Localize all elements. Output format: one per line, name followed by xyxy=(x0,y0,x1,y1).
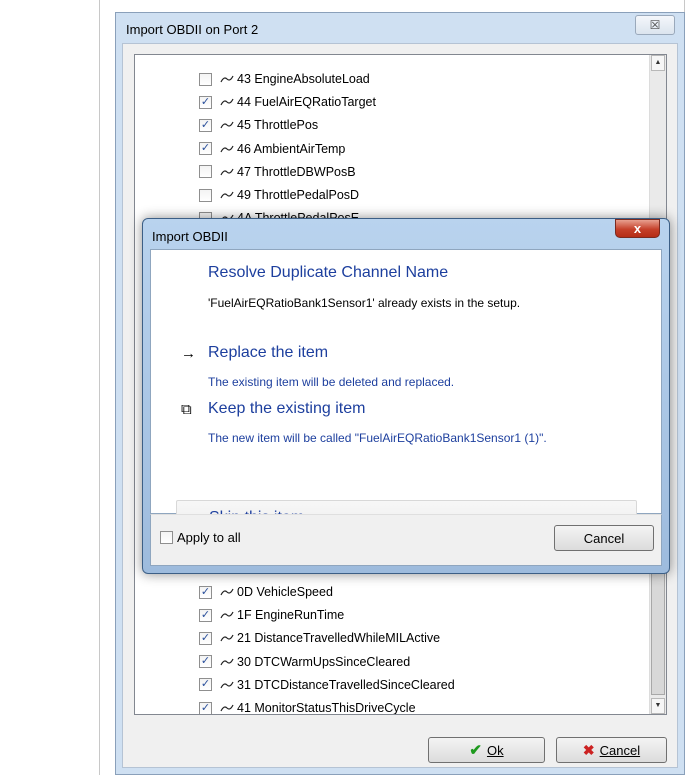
checkbox-unchecked[interactable] xyxy=(199,188,212,202)
checkbox-checked[interactable]: ✓ xyxy=(199,142,212,156)
replace-item-command[interactable]: Replace the item xyxy=(208,344,328,362)
arrow-right-icon: → xyxy=(181,345,196,362)
channel-label: 21 DistanceTravelledWhileMILActive xyxy=(237,631,441,646)
scroll-down-button[interactable]: ▼ xyxy=(651,698,665,714)
checkbox-checked[interactable]: ✓ xyxy=(199,118,212,132)
close-icon: x xyxy=(633,221,642,236)
checkbox-unchecked[interactable] xyxy=(199,72,212,86)
content-message: 'FuelAirEQRatioBank1Sensor1' already exi… xyxy=(208,296,521,310)
dialog-content: Resolve Duplicate Channel Name 'FuelAirE… xyxy=(150,249,662,536)
wave-icon xyxy=(220,122,234,129)
channel-label: 30 DTCWarmUpsSinceCleared xyxy=(237,654,411,669)
cancel-label: Cancel xyxy=(599,742,641,758)
wave-icon xyxy=(220,611,234,619)
wave-icon xyxy=(220,704,234,712)
checkbox-box[interactable] xyxy=(160,531,173,544)
close-button[interactable]: x xyxy=(615,219,660,238)
channel-row[interactable]: ✓ 30 DTCWarmUpsSinceCleared xyxy=(199,652,410,672)
wave-icon xyxy=(220,75,234,83)
check-icon: ✔ xyxy=(469,742,482,759)
wave-icon xyxy=(220,588,234,596)
dialog-title: Import OBDII xyxy=(152,229,228,244)
copy-icon: ⧉ xyxy=(181,401,192,418)
wave-icon xyxy=(220,98,234,106)
channel-label: 45 ThrottlePos xyxy=(237,118,319,133)
channel-label: 1F EngineRunTime xyxy=(237,608,345,623)
ok-label: Ok xyxy=(486,742,504,758)
checkbox-checked[interactable]: ✓ xyxy=(199,678,212,692)
checkbox-unchecked[interactable] xyxy=(199,165,212,179)
channel-row[interactable]: ✓ 21 DistanceTravelledWhileMILActive xyxy=(199,628,440,648)
apply-to-all-label: Apply to all xyxy=(177,530,241,545)
scroll-up-button[interactable]: ▲ xyxy=(651,55,665,71)
channel-row[interactable]: ✓ 31 DTCDistanceTravelledSinceCleared xyxy=(199,675,455,695)
channel-label: 43 EngineAbsoluteLoad xyxy=(237,72,370,86)
channel-row[interactable]: ✓ 45 ThrottlePos xyxy=(199,115,318,135)
channel-label: 31 DTCDistanceTravelledSinceCleared xyxy=(237,677,455,692)
channel-row[interactable]: ✓ 46 AmbientAirTemp xyxy=(199,139,345,159)
checkbox-checked[interactable]: ✓ xyxy=(199,631,212,645)
channel-label: 47 ThrottleDBWPosB xyxy=(237,164,356,179)
keep-existing-command[interactable]: Keep the existing item xyxy=(208,400,365,418)
dialog-title: Import OBDII on Port 2 xyxy=(126,22,259,37)
checkbox-checked[interactable]: ✓ xyxy=(199,95,212,109)
wave-icon xyxy=(220,145,234,152)
wave-icon xyxy=(220,681,234,689)
channel-label: 41 MonitorStatusThisDriveCycle xyxy=(237,701,416,715)
channel-label: 49 ThrottlePedalPosD xyxy=(237,188,360,202)
apply-to-all-checkbox[interactable]: Apply to all xyxy=(160,530,241,545)
keep-existing-description: The new item will be called "FuelAirEQRa… xyxy=(208,431,547,445)
resolve-duplicate-dialog: Import OBDII x Resolve Duplicate Channel… xyxy=(142,218,670,574)
channel-row[interactable]: ✓ 1F EngineRunTime xyxy=(199,605,344,625)
checkbox-checked[interactable]: ✓ xyxy=(199,608,212,622)
close-button[interactable]: ☒ xyxy=(635,15,675,35)
channel-row[interactable]: 47 ThrottleDBWPosB xyxy=(199,162,356,182)
checkbox-checked[interactable]: ✓ xyxy=(199,701,212,714)
wave-icon xyxy=(220,635,234,642)
dialog-footer: Apply to all Cancel xyxy=(150,514,662,566)
background-divider-left xyxy=(99,0,100,775)
checkbox-checked[interactable]: ✓ xyxy=(199,585,212,599)
channel-row[interactable]: 49 ThrottlePedalPosD xyxy=(199,185,359,205)
replace-item-description: The existing item will be deleted and re… xyxy=(208,375,455,389)
channel-row[interactable]: ✓ 44 FuelAirEQRatioTarget xyxy=(199,92,376,112)
channel-row[interactable]: ✓ 41 MonitorStatusThisDriveCycle xyxy=(199,698,416,715)
channel-row[interactable]: ✓ 0D VehicleSpeed xyxy=(199,582,333,602)
main-instruction: Resolve Duplicate Channel Name xyxy=(208,264,449,281)
checkbox-checked[interactable]: ✓ xyxy=(199,655,212,669)
ok-button[interactable]: ✔ Ok xyxy=(428,737,545,763)
wave-icon xyxy=(220,658,234,665)
close-icon: ☒ xyxy=(649,18,661,32)
channel-row[interactable]: 43 EngineAbsoluteLoad xyxy=(199,69,370,89)
channel-label: 46 AmbientAirTemp xyxy=(237,141,346,156)
cancel-button[interactable]: ✖ Cancel xyxy=(556,737,667,763)
x-icon: ✖ xyxy=(582,741,595,758)
wave-icon xyxy=(220,168,234,176)
channel-label: 0D VehicleSpeed xyxy=(237,585,333,599)
wave-icon xyxy=(220,191,234,199)
cancel-button[interactable]: Cancel xyxy=(554,525,654,551)
channel-label: 44 FuelAirEQRatioTarget xyxy=(237,95,376,110)
